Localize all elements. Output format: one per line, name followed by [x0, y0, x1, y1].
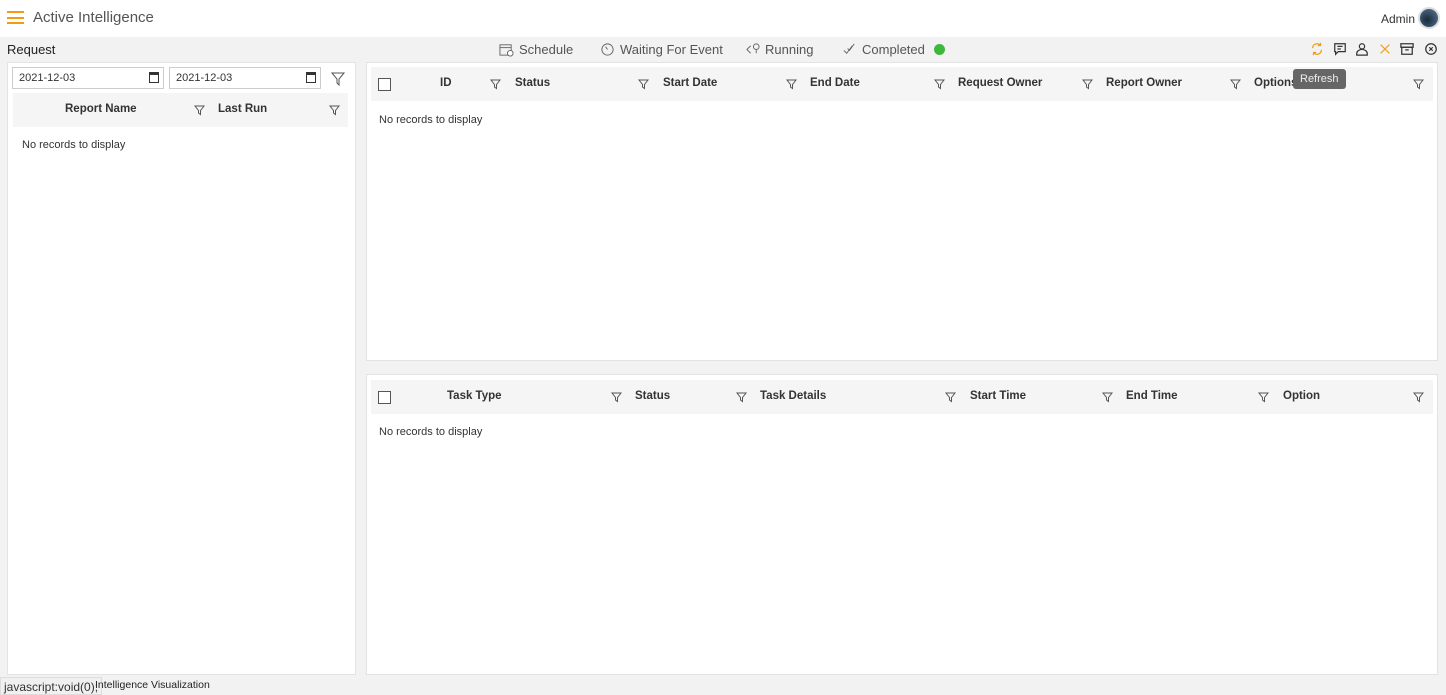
filter-icon[interactable] — [786, 79, 797, 90]
filter-icon[interactable] — [945, 392, 956, 403]
hamburger-menu-icon[interactable] — [7, 11, 24, 24]
archive-icon[interactable] — [1400, 42, 1414, 56]
select-all-checkbox[interactable] — [378, 391, 391, 404]
column-report-name[interactable]: Report Name — [65, 103, 137, 115]
refresh-icon[interactable] — [1310, 42, 1324, 56]
tab-label: Completed — [862, 42, 925, 57]
close-circle-icon[interactable] — [1424, 42, 1438, 56]
report-list-panel — [7, 62, 356, 675]
filter-icon[interactable] — [331, 72, 345, 86]
tab-running[interactable]: Running — [745, 42, 813, 57]
column-request-owner[interactable]: Request Owner — [958, 77, 1042, 89]
user-name[interactable]: Admin — [1381, 12, 1415, 26]
timer-icon — [601, 43, 614, 56]
filter-icon[interactable] — [490, 79, 501, 90]
request-title: Request — [7, 42, 56, 57]
filter-icon[interactable] — [736, 392, 747, 403]
column-id[interactable]: ID — [440, 77, 452, 89]
column-end-date[interactable]: End Date — [810, 77, 860, 89]
filter-icon[interactable] — [638, 79, 649, 90]
comment-icon[interactable] — [1333, 42, 1347, 56]
calendar-icon[interactable] — [149, 72, 159, 83]
calendar-clock-icon — [499, 44, 514, 57]
tasks-table-header: Task Type Status Task Details Start Time End… — [371, 380, 1433, 414]
column-start-time[interactable]: Start Time — [970, 390, 1026, 402]
column-start-date[interactable]: Start Date — [663, 77, 717, 89]
tasks-panel — [366, 374, 1438, 675]
filter-icon[interactable] — [611, 392, 622, 403]
tab-label: Schedule — [519, 42, 574, 57]
report-table-header: Report Name Last Run — [13, 93, 348, 127]
filter-icon[interactable] — [1230, 79, 1241, 90]
filter-icon[interactable] — [1102, 392, 1113, 403]
filter-icon[interactable] — [1413, 392, 1424, 403]
filter-icon[interactable] — [329, 105, 340, 116]
filter-icon[interactable] — [1413, 79, 1424, 90]
requests-table-header: ID Status Start Date End Date Request Owner R… — [371, 67, 1433, 101]
column-report-owner[interactable]: Report Owner — [1106, 77, 1182, 89]
column-task-details[interactable]: Task Details — [760, 390, 826, 402]
empty-message: No records to display — [22, 139, 126, 151]
column-status[interactable]: Status — [515, 77, 550, 89]
column-options[interactable]: Options — [1254, 77, 1297, 89]
tab-completed[interactable]: Completed — [842, 42, 945, 57]
user-icon[interactable] — [1355, 42, 1369, 56]
close-icon[interactable] — [1378, 42, 1392, 56]
tab-label: Waiting For Event — [620, 42, 723, 57]
tab-waiting-for-event[interactable]: Waiting For Event — [600, 42, 723, 57]
select-all-checkbox[interactable] — [378, 78, 391, 91]
column-option[interactable]: Option — [1283, 390, 1320, 402]
date-to-value: 2021-12-03 — [176, 72, 233, 84]
refresh-tooltip: Refresh — [1293, 69, 1346, 89]
status-dot — [933, 44, 945, 55]
app-header: Active Intelligence Admin — [0, 0, 1446, 37]
column-task-type[interactable]: Task Type — [447, 390, 502, 402]
status-label: Intelligence Visualization — [95, 679, 210, 691]
tab-schedule[interactable]: Schedule — [499, 42, 573, 57]
filter-icon[interactable] — [1258, 392, 1269, 403]
tab-label: Running — [765, 42, 814, 57]
filter-icon[interactable] — [194, 105, 205, 116]
running-icon — [746, 43, 760, 54]
avatar[interactable] — [1418, 7, 1440, 29]
empty-message: No records to display — [379, 426, 483, 438]
filter-icon[interactable] — [1082, 79, 1093, 90]
date-from-value: 2021-12-03 — [19, 72, 76, 84]
empty-message: No records to display — [379, 114, 483, 126]
column-last-run[interactable]: Last Run — [218, 103, 267, 115]
date-to-input[interactable]: 2021-12-03 — [169, 67, 321, 89]
calendar-icon[interactable] — [306, 72, 316, 83]
double-check-icon — [843, 43, 855, 54]
date-from-input[interactable]: 2021-12-03 — [12, 67, 164, 89]
filter-icon[interactable] — [934, 79, 945, 90]
column-status[interactable]: Status — [635, 390, 670, 402]
column-end-time[interactable]: End Time — [1126, 390, 1178, 402]
app-title: Active Intelligence — [33, 9, 154, 26]
requests-panel — [366, 62, 1438, 361]
status-url: javascript:void(0); — [0, 677, 103, 695]
